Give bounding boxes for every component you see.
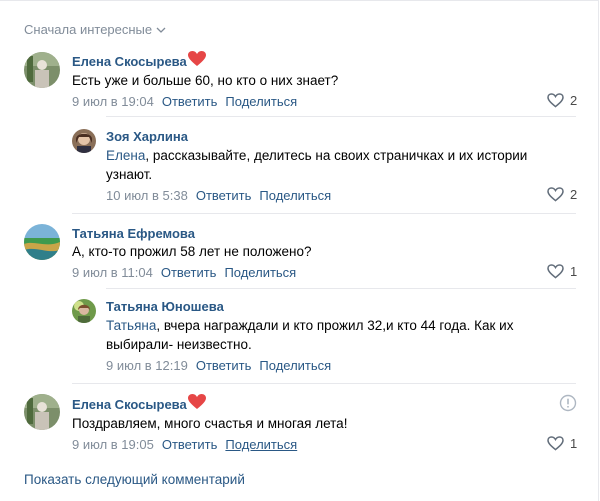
- comment-meta: 9 июл в 19:05 Ответить Поделиться: [72, 437, 297, 452]
- comment-date[interactable]: 9 июл в 19:04: [72, 94, 154, 109]
- like-button[interactable]: 2: [547, 187, 577, 202]
- heart-icon: [188, 394, 206, 409]
- share-button[interactable]: Поделиться: [259, 188, 331, 203]
- comment-date[interactable]: 9 июл в 12:19: [106, 358, 188, 373]
- comment-author[interactable]: Татьяна Юношева: [106, 299, 224, 314]
- comment-text-cont: выбирали- неизвестно.: [106, 337, 252, 352]
- divider: [72, 383, 576, 384]
- sort-dropdown[interactable]: Сначала интересные: [24, 22, 166, 37]
- comment-text-cont: узнают.: [106, 167, 153, 182]
- comment-meta: 9 июл в 12:19 Ответить Поделиться: [106, 358, 331, 373]
- sort-label: Сначала интересные: [24, 22, 153, 37]
- like-heart-icon: [547, 436, 564, 451]
- show-next-comment-link[interactable]: Показать следующий комментарий: [24, 472, 245, 487]
- heart-icon: [188, 51, 206, 66]
- mention-link[interactable]: Татьяна: [106, 318, 156, 333]
- divider: [106, 288, 576, 289]
- comment-text: Татьяна, вчера награждали и кто прожил 3…: [106, 318, 514, 333]
- avatar[interactable]: [72, 299, 96, 323]
- avatar[interactable]: [24, 224, 60, 260]
- mention-link[interactable]: Елена: [106, 148, 145, 163]
- like-count: 1: [570, 264, 578, 279]
- comment-text: Поздравляем, много счастья и многая лета…: [72, 416, 348, 431]
- top-divider: [0, 0, 598, 1]
- comment-author[interactable]: Елена Скосырева: [72, 54, 187, 69]
- comment-meta: 9 июл в 11:04 Ответить Поделиться: [72, 265, 296, 280]
- share-button[interactable]: Поделиться: [224, 265, 296, 280]
- comment-meta: 10 июл в 5:38 Ответить Поделиться: [106, 188, 331, 203]
- like-button[interactable]: 1: [547, 436, 577, 451]
- like-heart-icon: [547, 187, 564, 202]
- like-count: 1: [570, 436, 578, 451]
- comment-date[interactable]: 9 июл в 11:04: [72, 265, 153, 280]
- comment-meta: 9 июл в 19:04 Ответить Поделиться: [72, 94, 297, 109]
- like-count: 2: [570, 187, 578, 202]
- comment-text: Елена, рассказывайте, делитесь на своих …: [106, 148, 528, 163]
- comment-text: Есть уже и больше 60, но кто о них знает…: [72, 73, 339, 88]
- avatar[interactable]: [24, 52, 60, 88]
- share-button[interactable]: Поделиться: [259, 358, 331, 373]
- comment-author[interactable]: Елена Скосырева: [72, 397, 187, 412]
- like-button[interactable]: 1: [547, 264, 577, 279]
- reply-button[interactable]: Ответить: [196, 358, 252, 373]
- avatar[interactable]: [24, 394, 60, 430]
- reply-button[interactable]: Ответить: [161, 265, 217, 280]
- chevron-down-icon: [156, 27, 166, 33]
- reply-button[interactable]: Ответить: [162, 94, 218, 109]
- like-heart-icon: [547, 264, 564, 279]
- reply-button[interactable]: Ответить: [162, 437, 218, 452]
- comment-text: А, кто-то прожил 58 лет не положено?: [72, 244, 312, 259]
- share-button[interactable]: Поделиться: [225, 94, 297, 109]
- avatar[interactable]: [72, 129, 96, 153]
- comment-date[interactable]: 9 июл в 19:05: [72, 437, 154, 452]
- like-count: 2: [570, 93, 578, 108]
- report-icon[interactable]: [559, 394, 577, 412]
- like-heart-icon: [547, 93, 564, 108]
- comment-date[interactable]: 10 июл в 5:38: [106, 188, 188, 203]
- like-button[interactable]: 2: [547, 93, 577, 108]
- reply-button[interactable]: Ответить: [196, 188, 252, 203]
- divider: [106, 116, 576, 117]
- comment-author[interactable]: Зоя Харлина: [106, 129, 188, 144]
- divider: [72, 213, 576, 214]
- comment-author[interactable]: Татьяна Ефремова: [72, 226, 195, 241]
- share-button[interactable]: Поделиться: [225, 437, 297, 452]
